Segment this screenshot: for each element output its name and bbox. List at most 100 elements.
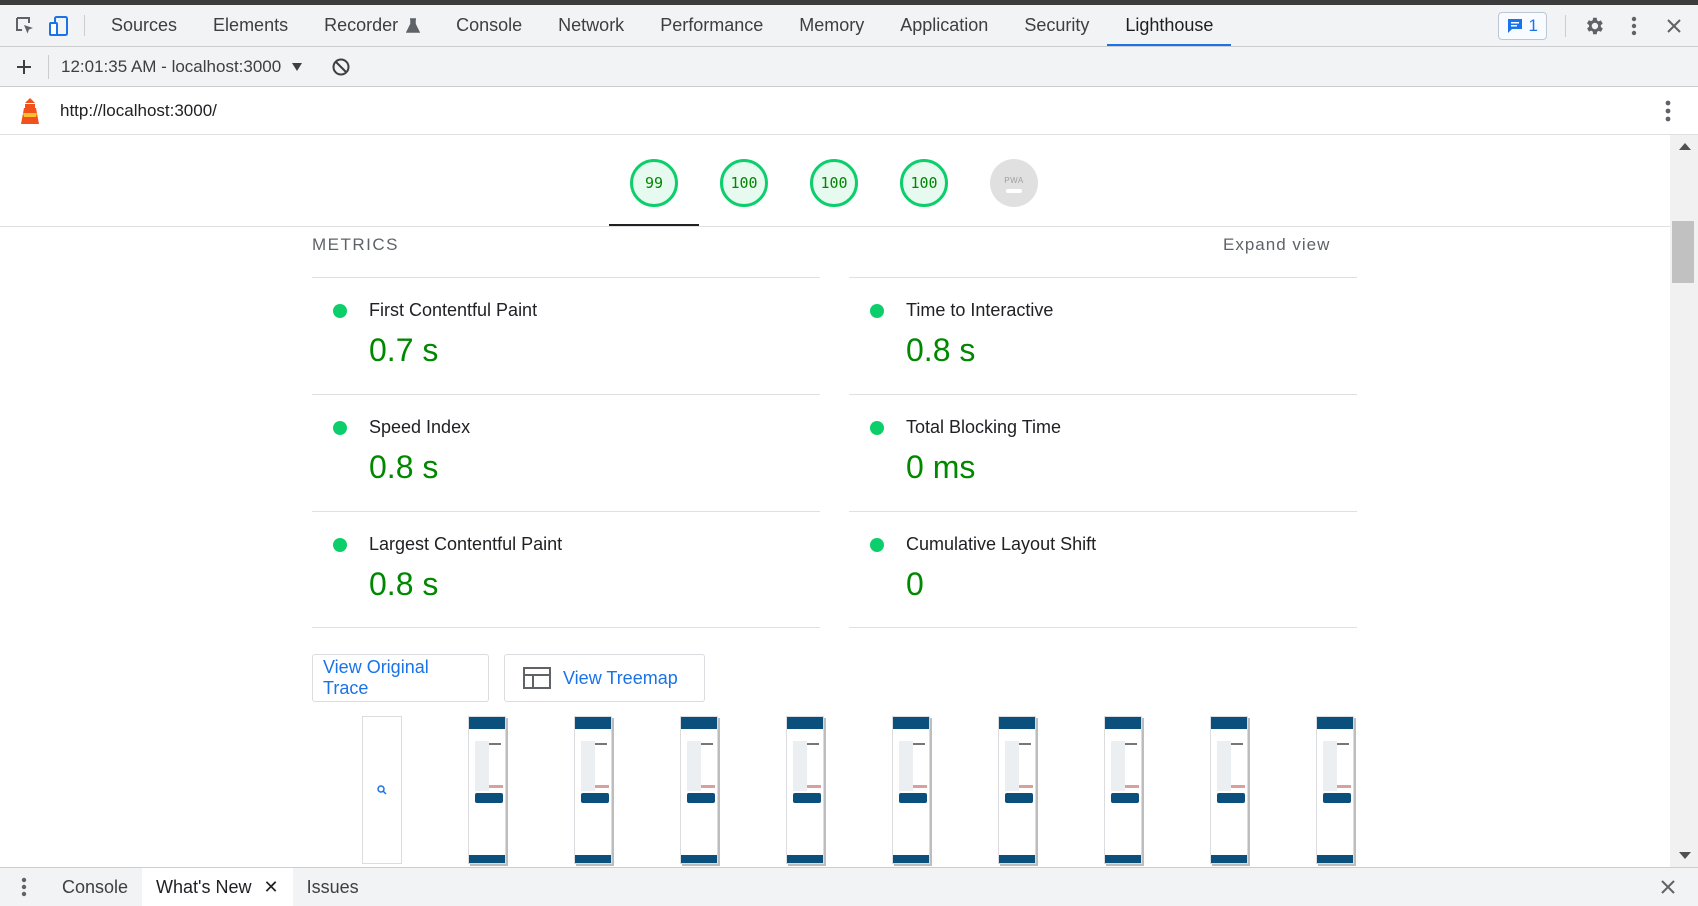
metric-label: Total Blocking Time [906, 417, 1062, 437]
tab-label: Recorder [324, 15, 399, 35]
filmstrip-frame-part [1125, 743, 1137, 745]
tab-recorder[interactable]: Recorder [306, 5, 438, 46]
drawer-menu-button[interactable] [0, 868, 48, 906]
gauge-value: 100 [730, 174, 758, 192]
settings-button[interactable] [1574, 6, 1614, 46]
filmstrip-frame-part [581, 793, 609, 803]
filmstrip-frame-part [1337, 785, 1351, 788]
filmstrip-frame-part [1005, 741, 1019, 791]
close-icon [1667, 18, 1681, 33]
report-selector[interactable]: 12:01:35 AM - localhost:3000 [48, 54, 315, 79]
filmstrip-frame-part [999, 717, 1035, 729]
score-gauges-header: 99 100 100 100 PWA [0, 135, 1670, 227]
tab-memory[interactable]: Memory [781, 5, 882, 46]
tab-security[interactable]: Security [1006, 5, 1107, 46]
filmstrip-frame [786, 716, 824, 864]
new-report-button[interactable] [0, 59, 48, 75]
kebab-menu-icon [1631, 16, 1637, 35]
filmstrip-frame-part [595, 743, 607, 745]
tab-label: Application [900, 15, 989, 35]
more-options-button[interactable] [1614, 6, 1654, 46]
tab-network[interactable]: Network [540, 5, 642, 46]
metric-value: 0 ms [906, 449, 976, 485]
scroll-down-arrow-icon[interactable] [1679, 852, 1691, 859]
issues-counter-button[interactable]: 1 [1497, 11, 1547, 40]
gauge-value: 100 [910, 174, 938, 192]
close-tab-icon[interactable]: ✕ [264, 877, 279, 898]
tab-application[interactable]: Application [882, 5, 1006, 46]
tab-lighthouse[interactable]: Lighthouse [1107, 5, 1232, 46]
filmstrip-frame-part [787, 717, 823, 729]
scrollbar-thumb[interactable] [1672, 221, 1694, 283]
pass-status-icon [333, 304, 347, 318]
experimental-flask-icon [406, 17, 421, 33]
metric-value: 0 [906, 566, 924, 602]
filmstrip-frame-part [899, 741, 913, 791]
filmstrip-frame-part [1217, 741, 1231, 791]
drawer-tab-console[interactable]: Console [48, 868, 142, 906]
report-scrollbar[interactable] [1670, 135, 1698, 867]
filmstrip-frame-part [575, 855, 611, 863]
scroll-up-arrow-icon[interactable] [1679, 143, 1691, 150]
clear-reports-button[interactable] [331, 57, 351, 77]
drawer-tab-label: What's New [156, 876, 252, 897]
tab-label: Lighthouse [1125, 15, 1214, 35]
filmstrip-frame-part [793, 741, 807, 791]
filmstrip-frame-part [475, 793, 503, 803]
pass-status-icon [870, 304, 884, 318]
report-menu-button[interactable] [1638, 100, 1698, 122]
filmstrip-frame-part [475, 741, 489, 791]
metric-value: 0.8 s [906, 332, 976, 368]
device-toolbar-button[interactable] [42, 5, 76, 46]
tab-performance[interactable]: Performance [642, 5, 781, 46]
metric-largest-contentful-paint: Largest Contentful Paint 0.8 s [312, 511, 820, 628]
performance-score-gauge[interactable]: 99 [630, 159, 678, 207]
accessibility-score-gauge[interactable]: 100 [720, 159, 768, 207]
filmstrip-frame-part [1231, 785, 1245, 788]
filmstrip-frame-part [793, 793, 821, 803]
metric-label: Speed Index [369, 417, 471, 437]
tab-label: Network [558, 15, 625, 35]
filmstrip-frame-part [787, 855, 823, 863]
filmstrip-frame [574, 716, 612, 864]
inspect-icon [16, 16, 33, 33]
filmstrip-frame-part [1111, 793, 1139, 803]
magnifier-icon [377, 785, 387, 795]
filmstrip-frame [468, 716, 506, 864]
filmstrip-frame-part [1231, 743, 1243, 745]
view-original-trace-button[interactable]: View Original Trace [312, 654, 489, 702]
kebab-menu-icon [21, 877, 27, 897]
tab-separator [84, 15, 85, 36]
filmstrip-frame [1104, 716, 1142, 864]
filmstrip-frame-part [469, 717, 505, 729]
filmstrip-frame-part [1317, 717, 1353, 729]
pwa-dash-icon [1006, 188, 1022, 193]
best-practices-score-gauge[interactable]: 100 [810, 159, 858, 207]
drawer-tab-whats-new[interactable]: What's New ✕ [142, 868, 293, 906]
view-treemap-button[interactable]: View Treemap [504, 654, 705, 702]
expand-view-toggle[interactable]: Expand view [1223, 235, 1330, 255]
inspect-element-button[interactable] [8, 5, 42, 46]
seo-score-gauge[interactable]: 100 [900, 159, 948, 207]
tab-label: Security [1024, 15, 1090, 35]
tab-elements[interactable]: Elements [195, 5, 306, 46]
tab-sources[interactable]: Sources [93, 5, 195, 46]
tab-label: Console [456, 15, 523, 35]
drawer-tab-issues[interactable]: Issues [293, 868, 373, 906]
filmstrip-frame-part [899, 793, 927, 803]
gauge-value: 100 [820, 174, 848, 192]
tab-console[interactable]: Console [438, 5, 540, 46]
filmstrip-frame [998, 716, 1036, 864]
drawer-tab-bar: Console What's New ✕ Issues [0, 867, 1698, 906]
tab-label: Memory [799, 15, 865, 35]
filmstrip-frame-part [1005, 793, 1033, 803]
lighthouse-logo-icon [0, 97, 60, 125]
close-devtools-button[interactable] [1654, 6, 1694, 46]
report-selector-label: 12:01:35 AM - localhost:3000 [61, 56, 282, 76]
button-label: View Treemap [563, 667, 678, 688]
close-drawer-button[interactable] [1638, 868, 1698, 906]
pwa-badge-gauge[interactable]: PWA [990, 159, 1038, 207]
filmstrip-frame-part [913, 785, 927, 788]
filmstrip-frame-part [1019, 785, 1033, 788]
report-url[interactable]: http://localhost:3000/ [60, 101, 217, 121]
